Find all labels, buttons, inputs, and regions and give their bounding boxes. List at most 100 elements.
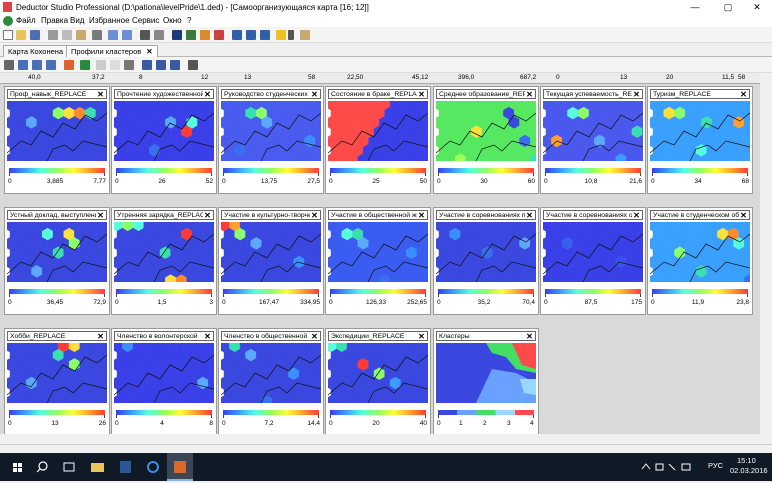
som-map[interactable]	[328, 101, 428, 161]
som-map[interactable]	[114, 101, 214, 161]
som-map-panel[interactable]: Членство в общественной✕07,214,4	[218, 328, 324, 436]
vertical-scrollbar[interactable]	[760, 73, 772, 444]
som-map-panel[interactable]: Устный доклад, выступление✕036,4572,9	[4, 207, 110, 315]
close-icon[interactable]: ✕	[739, 211, 748, 220]
chevron-down-icon[interactable]	[288, 30, 294, 40]
som-map[interactable]	[7, 222, 107, 282]
settings-icon[interactable]	[46, 60, 56, 70]
delete-icon[interactable]	[92, 30, 102, 40]
close-icon[interactable]: ✕	[525, 90, 534, 99]
task-view-button[interactable]	[56, 453, 82, 481]
tray-icons[interactable]	[640, 461, 700, 475]
transform-icon[interactable]	[96, 60, 106, 70]
som-map-panel[interactable]: Текущая успеваемость_REPLACE✕010,821,6	[540, 86, 646, 194]
som-map[interactable]	[221, 222, 321, 282]
flip-icon[interactable]	[110, 60, 120, 70]
close-icon[interactable]: ✕	[417, 90, 426, 99]
som-map-panel[interactable]: Участие в студенческом обществе✕011,923,…	[647, 207, 753, 315]
taskbar-edge[interactable]	[140, 453, 166, 481]
som-map-panel[interactable]: Среднее образование_REPLACE✕03060	[433, 86, 539, 194]
close-icon[interactable]: ✕	[632, 90, 641, 99]
som-map-panel[interactable]: Утренняя зарядка_REPLACE✕01,53	[111, 207, 217, 315]
clock-time[interactable]: 15:10	[737, 456, 756, 465]
columns-icon[interactable]	[32, 60, 42, 70]
find-next-icon[interactable]	[154, 30, 164, 40]
tab-cluster-profiles[interactable]: Профили кластеров✕	[66, 45, 158, 57]
menu-file[interactable]: Файл	[16, 16, 36, 25]
run-icon[interactable]	[200, 30, 210, 40]
grid-icon[interactable]	[4, 60, 14, 70]
close-icon[interactable]: ✕	[96, 90, 105, 99]
menu-edit[interactable]: Правка	[41, 16, 68, 25]
copy-icon[interactable]	[62, 30, 72, 40]
save-icon[interactable]	[30, 30, 40, 40]
stop-icon[interactable]	[214, 30, 224, 40]
som-map[interactable]	[7, 101, 107, 161]
som-map-panel[interactable]: Участие в общественной жизни✕0126,33252,…	[325, 207, 431, 315]
close-icon[interactable]: ✕	[525, 332, 534, 341]
paste-icon[interactable]	[76, 30, 86, 40]
clock-date[interactable]: 02.03.2016	[730, 466, 768, 475]
clusters-panel[interactable]: Кластеры✕01234	[433, 328, 539, 436]
palette-icon[interactable]	[80, 60, 90, 70]
som-map-panel[interactable]: Участие в соревнованиях по✕035,270,4	[433, 207, 539, 315]
close-icon[interactable]: ✕	[96, 332, 105, 341]
close-icon[interactable]: ✕	[310, 332, 319, 341]
close-icon[interactable]: ✕	[632, 211, 641, 220]
som-map[interactable]	[436, 222, 536, 282]
start-button[interactable]	[4, 453, 30, 481]
som-map[interactable]	[328, 343, 428, 403]
som-map-panel[interactable]: Экспедиции_REPLACE✕02040	[325, 328, 431, 436]
undo-icon[interactable]	[108, 30, 118, 40]
wizard-icon[interactable]	[186, 30, 196, 40]
search-button[interactable]	[30, 453, 56, 481]
som-map[interactable]	[221, 101, 321, 161]
rotate-icon[interactable]	[124, 60, 134, 70]
open-folder-icon[interactable]	[16, 30, 26, 40]
minimize-button[interactable]: —	[680, 0, 710, 15]
taskbar-deductor[interactable]	[167, 453, 193, 481]
redo-icon[interactable]	[122, 30, 132, 40]
zoom-in-icon[interactable]	[142, 60, 152, 70]
som-map-panel[interactable]: Туризм_REPLACE✕03468	[647, 86, 753, 194]
close-icon[interactable]: ✕	[417, 211, 426, 220]
som-map[interactable]	[436, 101, 536, 161]
zoom-fit-icon[interactable]	[170, 60, 180, 70]
maximize-button[interactable]: ▢	[713, 0, 743, 15]
layout-horizontal-icon[interactable]	[246, 30, 256, 40]
menu-favorites[interactable]: Избранное	[89, 16, 130, 25]
close-icon[interactable]: ✕	[739, 90, 748, 99]
arrange-icon[interactable]	[18, 60, 28, 70]
close-icon[interactable]: ✕	[417, 332, 426, 341]
som-map-panel[interactable]: Хобби_REPLACE✕01326	[4, 328, 110, 436]
taskbar-word[interactable]	[112, 453, 138, 481]
som-map[interactable]	[543, 222, 643, 282]
som-map[interactable]	[543, 101, 643, 161]
menu-window[interactable]: Окно	[163, 16, 182, 25]
menu-help[interactable]: ?	[187, 16, 191, 25]
som-map-panel[interactable]: Членство в волонтерской✕048	[111, 328, 217, 436]
close-icon[interactable]: ✕	[203, 211, 212, 220]
som-map[interactable]	[114, 222, 214, 282]
close-icon[interactable]: ✕	[203, 332, 212, 341]
som-map[interactable]	[650, 222, 750, 282]
som-map-panel[interactable]: Участие в соревнованиях о✕087,5175	[540, 207, 646, 315]
menu-service[interactable]: Сервис	[132, 16, 159, 25]
layout-vertical-icon[interactable]	[260, 30, 270, 40]
close-icon[interactable]: ✕	[96, 211, 105, 220]
find-icon[interactable]	[140, 30, 150, 40]
taskbar-explorer[interactable]	[84, 453, 110, 481]
som-map-panel[interactable]: Участие в культурно-творческой✕0167,4733…	[218, 207, 324, 315]
close-button[interactable]: ✕	[742, 0, 772, 15]
som-map[interactable]	[7, 343, 107, 403]
export-icon[interactable]	[188, 60, 198, 70]
language-indicator[interactable]: РУС	[708, 461, 723, 470]
close-icon[interactable]: ✕	[525, 211, 534, 220]
layout-cascade-icon[interactable]	[232, 30, 242, 40]
new-document-icon[interactable]	[3, 30, 13, 40]
som-map-panel[interactable]: Проф_навык_REPLACE✕03,8857,77	[4, 86, 110, 194]
som-map[interactable]	[328, 222, 428, 282]
close-icon[interactable]: ✕	[310, 211, 319, 220]
close-icon[interactable]: ✕	[203, 90, 212, 99]
som-map-panel[interactable]: Руководство студенческих✕013,7527,5	[218, 86, 324, 194]
